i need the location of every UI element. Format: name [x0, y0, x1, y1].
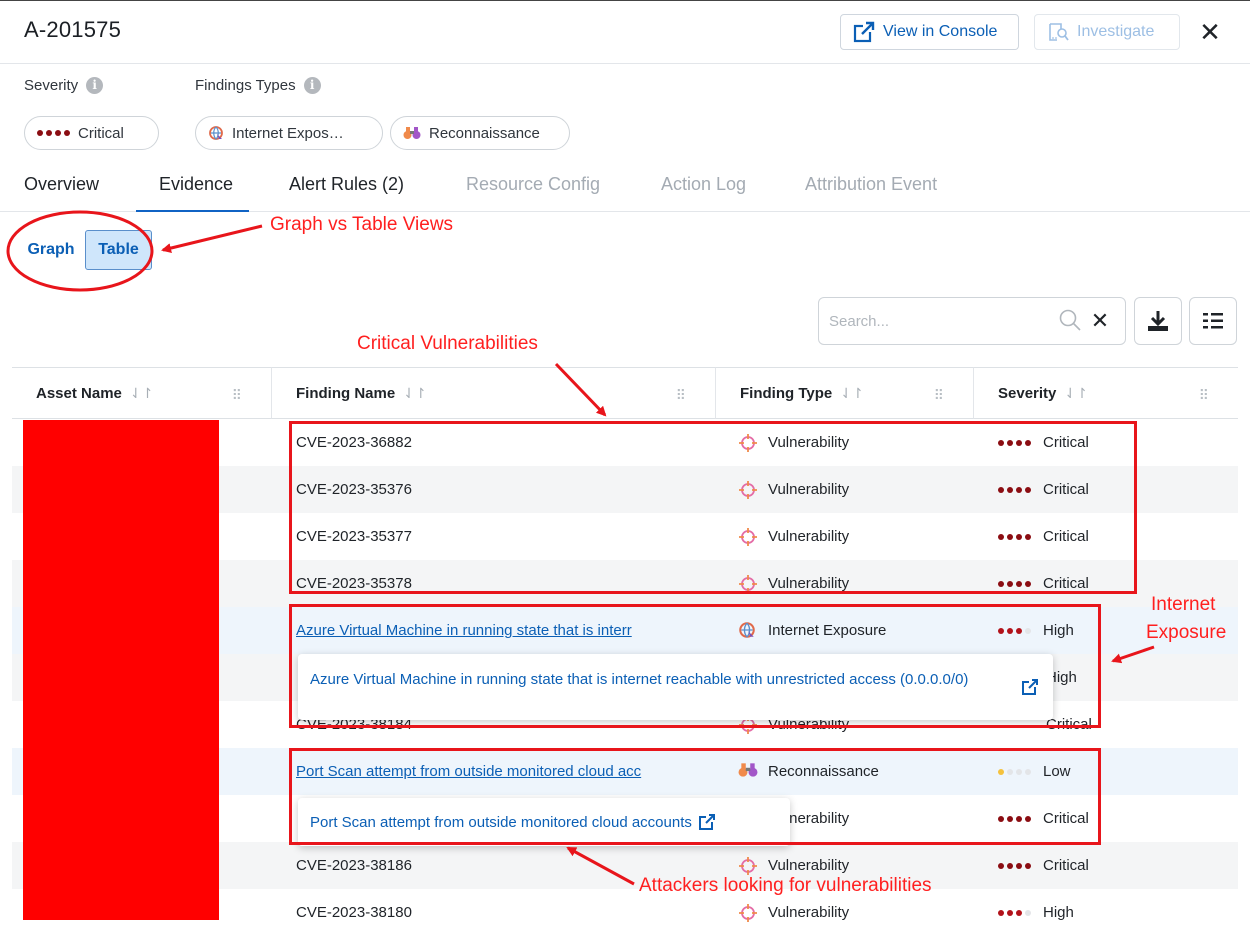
- sort-icon[interactable]: ⇃↾: [403, 385, 426, 402]
- alert-id-title: A-201575: [24, 17, 122, 42]
- crosshair-icon: [738, 856, 758, 876]
- severity-pill: Critical: [24, 116, 159, 150]
- column-header-finding-name[interactable]: Finding Name ⇃↾ ⠿: [271, 367, 715, 419]
- panel-header: A-201575 View in Console Investigate ✕: [0, 0, 1250, 64]
- search-input[interactable]: [829, 308, 1049, 334]
- finding-type-label: Vulnerability: [768, 904, 850, 921]
- column-header-label: Asset Name: [36, 384, 122, 402]
- annotation-box-internet-exposure: [289, 604, 1101, 728]
- binoculars-icon: [403, 127, 421, 139]
- findings-type-pill-reconnaissance: Reconnaissance: [390, 116, 570, 150]
- columns-icon: [1203, 313, 1223, 329]
- info-icon[interactable]: i: [303, 77, 321, 94]
- clear-search-icon[interactable]: ✕: [1089, 307, 1111, 335]
- findings-type-pill-internet-exposure: Internet Expos…: [195, 116, 383, 150]
- search-icon[interactable]: [1057, 307, 1083, 333]
- annotation-arrow: [161, 224, 263, 253]
- drag-handle-icon[interactable]: ⠿: [232, 387, 242, 404]
- download-icon: [1148, 311, 1168, 331]
- download-button[interactable]: [1134, 297, 1182, 345]
- severity-dot: [1025, 909, 1031, 916]
- tab-bar: Overview Evidence Alert Rules (2) Resour…: [0, 168, 1250, 212]
- columns-button[interactable]: [1189, 297, 1237, 345]
- investigate-icon: [1049, 23, 1069, 41]
- severity-dots-icon: [998, 862, 1031, 869]
- finding-type-label: Vulnerability: [768, 857, 850, 874]
- finding-name-cell: CVE-2023-38180: [296, 904, 412, 921]
- drag-handle-icon[interactable]: ⠿: [1199, 387, 1209, 404]
- severity-dot: [1016, 862, 1022, 869]
- severity-dot: [998, 909, 1004, 916]
- severity-dot: [1007, 862, 1013, 869]
- annotation-box-reconnaissance: [289, 748, 1101, 845]
- close-icon[interactable]: ✕: [1196, 15, 1224, 49]
- table-view-button[interactable]: Table: [85, 230, 152, 270]
- annotation-text-internet-exposure-2: Exposure: [1146, 622, 1227, 643]
- column-header-asset-name[interactable]: Asset Name ⇃↾ ⠿: [12, 367, 271, 419]
- annotation-text-graph-table: Graph vs Table Views: [270, 214, 454, 235]
- view-in-console-button[interactable]: View in Console: [840, 14, 1019, 50]
- tab-attribution-event[interactable]: Attribution Event: [805, 174, 937, 212]
- severity-cell: Critical: [998, 842, 1218, 889]
- severity-heading: Severity i: [24, 77, 104, 94]
- tab-alert-rules[interactable]: Alert Rules (2): [289, 174, 404, 212]
- severity-label: Severity: [24, 77, 79, 94]
- severity-dot: [1016, 909, 1022, 916]
- drag-handle-icon[interactable]: ⠿: [676, 387, 686, 404]
- severity-label: Critical: [1043, 857, 1089, 874]
- column-header-finding-type[interactable]: Finding Type ⇃↾ ⠿: [715, 367, 973, 419]
- finding-name-cell: CVE-2023-38186: [296, 857, 412, 874]
- annotation-box-critical: [289, 421, 1137, 594]
- column-header-label: Severity: [998, 384, 1057, 402]
- tab-action-log[interactable]: Action Log: [661, 174, 746, 212]
- graph-view-button[interactable]: Graph: [18, 230, 84, 270]
- redaction-block: [23, 420, 219, 920]
- severity-cell: High: [998, 889, 1218, 936]
- severity-dot: [1025, 862, 1031, 869]
- findings-types-heading: Findings Types i: [195, 77, 321, 94]
- severity-dot: [1007, 909, 1013, 916]
- info-icon[interactable]: i: [86, 77, 104, 94]
- tab-overview[interactable]: Overview: [24, 174, 99, 212]
- column-header-label: Finding Name: [296, 384, 396, 402]
- severity-dot: [998, 862, 1004, 869]
- sort-icon[interactable]: ⇃↾: [840, 385, 863, 402]
- annotation-text-attackers: Attackers looking for vulnerabilities: [639, 875, 932, 896]
- annotation-text-internet-exposure-1: Internet: [1151, 594, 1216, 615]
- column-header-severity[interactable]: Severity ⇃↾ ⠿: [973, 367, 1238, 419]
- findings-type-pill-label: Reconnaissance: [429, 124, 540, 142]
- sort-icon[interactable]: ⇃↾: [1064, 385, 1087, 402]
- tab-evidence[interactable]: Evidence: [136, 174, 249, 212]
- internet-exposure-icon: [209, 126, 223, 140]
- annotation-text-critical: Critical Vulnerabilities: [357, 333, 538, 354]
- findings-type-pill-label: Internet Expos…: [232, 124, 344, 142]
- investigate-label: Investigate: [1077, 23, 1155, 40]
- column-header-label: Finding Type: [740, 384, 833, 402]
- severity-label: High: [1043, 904, 1074, 921]
- external-link-icon: [853, 21, 875, 43]
- tab-resource-config[interactable]: Resource Config: [466, 174, 600, 212]
- sort-icon[interactable]: ⇃↾: [130, 385, 153, 402]
- drag-handle-icon[interactable]: ⠿: [934, 387, 944, 404]
- crosshair-icon: [738, 903, 758, 923]
- severity-dots-icon: [998, 909, 1031, 916]
- view-in-console-label: View in Console: [883, 23, 998, 40]
- severity-dots-icon: [37, 130, 70, 136]
- investigate-button[interactable]: Investigate: [1034, 14, 1180, 50]
- findings-types-label: Findings Types: [195, 77, 296, 94]
- severity-pill-label: Critical: [78, 124, 124, 142]
